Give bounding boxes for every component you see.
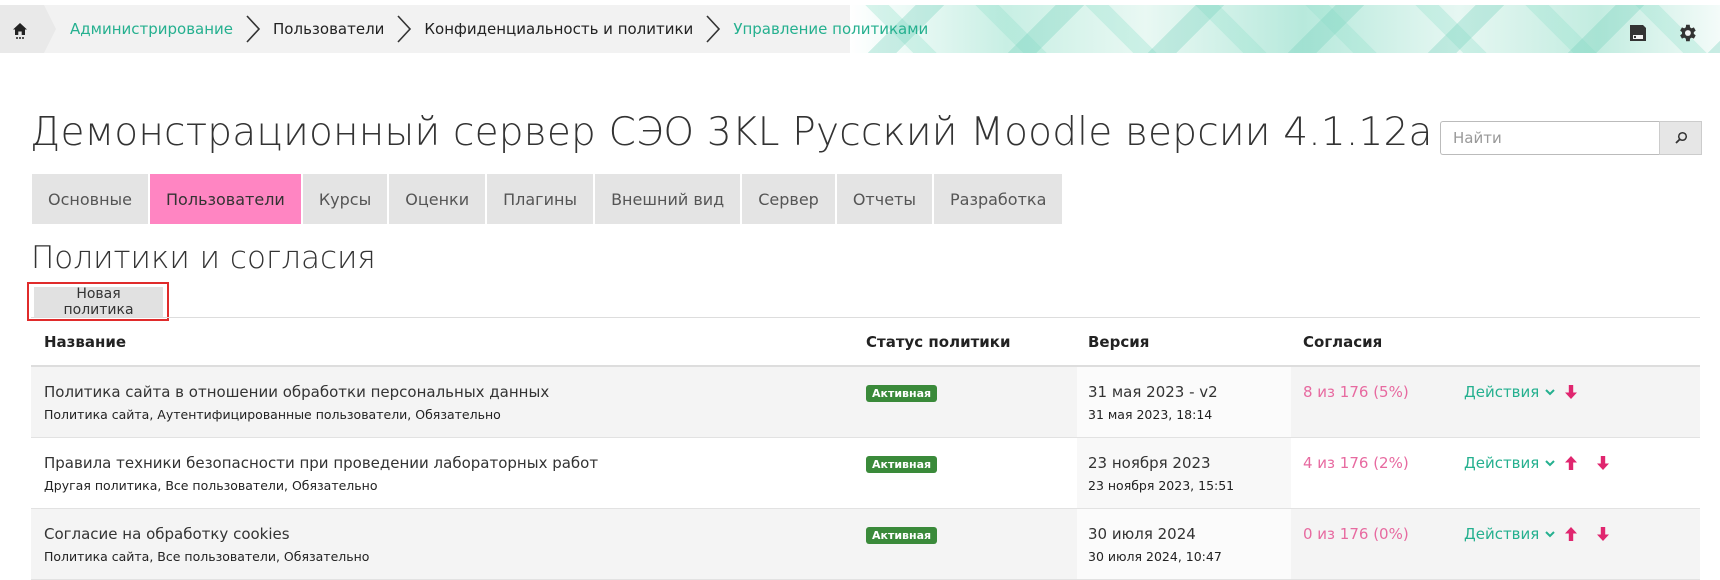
tab-plugins[interactable]: Плагины <box>487 174 594 224</box>
policy-version-date: 31 мая 2023, 18:14 <box>1088 407 1213 422</box>
policy-details: Другая политика, Все пользователи, Обяза… <box>44 478 378 493</box>
policy-name[interactable]: Согласие на обработку cookies <box>44 525 369 543</box>
arrow-up-icon[interactable] <box>1564 526 1578 542</box>
policy-name[interactable]: Правила техники безопасности при проведе… <box>44 454 598 472</box>
policy-name-cell: Политика сайта в отношении обработки пер… <box>44 383 549 422</box>
arrow-down-icon[interactable] <box>1564 384 1578 400</box>
table-row: Согласие на обработку cookies Политика с… <box>31 509 1700 580</box>
home-link[interactable] <box>0 5 56 53</box>
policy-version[interactable]: 31 мая 2023 - v2 <box>1088 383 1218 401</box>
column-header-name: Название <box>44 333 127 351</box>
breadcrumb-bar: Администрирование Пользователи Конфиденц… <box>0 5 1720 53</box>
section-title: Политики и согласия <box>31 240 376 276</box>
policy-details: Политика сайта, Все пользователи, Обязат… <box>44 549 370 564</box>
column-header-version: Версия <box>1088 333 1150 351</box>
tab-courses[interactable]: Курсы <box>302 174 388 224</box>
breadcrumb-item-users[interactable]: Пользователи <box>273 20 384 38</box>
column-header-agreements: Согласия <box>1303 333 1383 351</box>
status-badge: Активная <box>866 385 938 402</box>
save-icon[interactable] <box>1629 24 1647 42</box>
tab-appearance[interactable]: Внешний вид <box>595 174 741 224</box>
breadcrumb-separator-icon <box>706 15 721 43</box>
chevron-down-icon[interactable] <box>1544 528 1556 540</box>
tab-general[interactable]: Основные <box>32 174 149 224</box>
arrow-down-icon[interactable] <box>1596 455 1610 471</box>
arrow-up-icon[interactable] <box>1564 455 1578 471</box>
table-row: Политика сайта в отношении обработки пер… <box>31 367 1700 438</box>
breadcrumb-separator-icon <box>246 15 261 43</box>
column-header-status: Статус политики <box>866 333 1011 351</box>
arrow-down-icon[interactable] <box>1596 526 1610 542</box>
new-policy-button[interactable]: Новая политика <box>34 286 163 318</box>
version-cell: 31 мая 2023 - v2 31 мая 2023, 18:14 <box>1088 383 1218 422</box>
policy-version[interactable]: 30 июля 2024 <box>1088 525 1222 543</box>
policies-table: Название Статус политики Версия Согласия… <box>31 317 1700 580</box>
agreements-link[interactable]: 4 из 176 (2%) <box>1303 454 1409 472</box>
tab-grades[interactable]: Оценки <box>389 174 486 224</box>
page-title: Демонстрационный сервер СЭО 3KL Русский … <box>30 110 1433 155</box>
chevron-down-icon[interactable] <box>1544 457 1556 469</box>
breadcrumb-item-administration[interactable]: Администрирование <box>70 20 233 38</box>
policy-version[interactable]: 23 ноября 2023 <box>1088 454 1234 472</box>
admin-tabs: Основные Пользователи Курсы Оценки Плаги… <box>32 174 1064 224</box>
table-row: Правила техники безопасности при проведе… <box>31 438 1700 509</box>
policy-name[interactable]: Политика сайта в отношении обработки пер… <box>44 383 549 401</box>
tab-reports[interactable]: Отчеты <box>836 174 932 224</box>
gear-icon[interactable] <box>1676 22 1698 44</box>
policy-name-cell: Правила техники безопасности при проведе… <box>44 454 598 493</box>
actions-cell: Действия <box>1464 525 1610 543</box>
actions-cell: Действия <box>1464 454 1610 472</box>
agreements-link[interactable]: 8 из 176 (5%) <box>1303 383 1409 401</box>
search-icon <box>1674 131 1687 144</box>
search-form <box>1440 121 1702 157</box>
policy-version-date: 30 июля 2024, 10:47 <box>1088 549 1222 564</box>
actions-menu[interactable]: Действия <box>1464 383 1539 401</box>
header-decoration <box>850 5 1720 53</box>
home-icon[interactable] <box>11 21 29 39</box>
search-input[interactable] <box>1440 121 1659 155</box>
tab-users[interactable]: Пользователи <box>150 174 301 224</box>
search-button[interactable] <box>1659 121 1702 155</box>
breadcrumb: Администрирование Пользователи Конфиденц… <box>70 5 928 53</box>
status-badge: Активная <box>866 456 938 473</box>
version-cell: 30 июля 2024 30 июля 2024, 10:47 <box>1088 525 1222 564</box>
tab-development[interactable]: Разработка <box>934 174 1063 224</box>
policy-details: Политика сайта, Аутентифицированные поль… <box>44 407 501 422</box>
breadcrumb-item-privacy[interactable]: Конфиденциальность и политики <box>424 20 693 38</box>
table-header: Название Статус политики Версия Согласия <box>31 317 1700 367</box>
breadcrumb-item-manage-policies[interactable]: Управление политиками <box>733 20 928 38</box>
actions-menu[interactable]: Действия <box>1464 454 1539 472</box>
actions-cell: Действия <box>1464 383 1578 401</box>
tab-server[interactable]: Сервер <box>742 174 835 224</box>
policy-name-cell: Согласие на обработку cookies Политика с… <box>44 525 369 564</box>
version-cell: 23 ноября 2023 23 ноября 2023, 15:51 <box>1088 454 1234 493</box>
status-badge: Активная <box>866 527 938 544</box>
chevron-down-icon[interactable] <box>1544 386 1556 398</box>
actions-menu[interactable]: Действия <box>1464 525 1539 543</box>
agreements-link[interactable]: 0 из 176 (0%) <box>1303 525 1409 543</box>
policy-version-date: 23 ноября 2023, 15:51 <box>1088 478 1235 493</box>
breadcrumb-separator-icon <box>397 15 412 43</box>
